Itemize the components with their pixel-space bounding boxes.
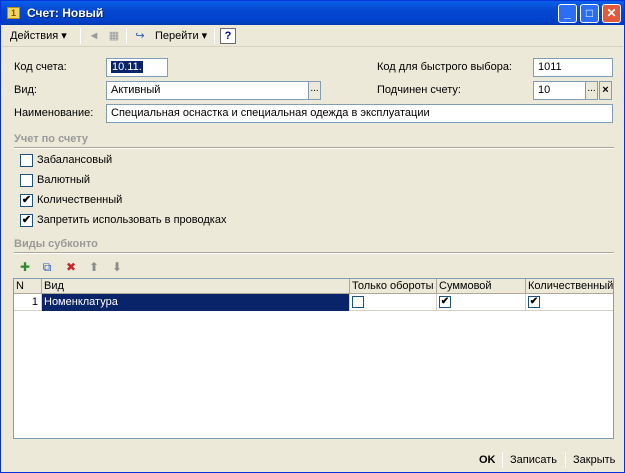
title-bar: 1 Счет: Новый _ □ ✕ [1, 1, 624, 25]
account-window: 1 Счет: Новый _ □ ✕ Действия ▾ ◄ ▦ ↪ Пер… [0, 0, 625, 473]
parent-label: Подчинен счету: [377, 84, 461, 96]
table-row[interactable]: 1 Номенклатура ✔ ✔ [14, 294, 613, 311]
checkbox-box[interactable] [20, 154, 33, 167]
minimize-button[interactable]: _ [558, 4, 577, 23]
sum-checkbox[interactable]: ✔ [439, 296, 451, 308]
goto-icon[interactable]: ↪ [132, 28, 148, 44]
name-label: Наименование: [14, 107, 94, 119]
row-sum-cell[interactable]: ✔ [437, 294, 526, 311]
quick-code-input[interactable]: 1011 [533, 58, 613, 77]
row-number: 1 [14, 294, 42, 311]
subconto-section-title: Виды субконто [14, 238, 98, 250]
checkbox-label: Забалансовый [37, 154, 113, 166]
table-header: N Вид Только обороты Суммовой Количестве… [14, 279, 613, 294]
kind-label: Вид: [14, 84, 37, 96]
window-title: Счет: Новый [27, 6, 104, 20]
column-header-kind[interactable]: Вид [42, 279, 350, 294]
ok-button[interactable]: OK [479, 453, 496, 467]
kind-input[interactable]: Активный [106, 81, 309, 100]
code-label: Код счета: [14, 61, 67, 73]
add-row-icon[interactable]: ✚ [17, 259, 33, 275]
close-window-button[interactable]: ✕ [602, 4, 621, 23]
checkbox-box[interactable] [20, 174, 33, 187]
checkbox-label: Количественный [37, 194, 123, 206]
button-separator [502, 452, 503, 468]
code-value: 10.11. [111, 61, 143, 73]
checkbox-label: Валютный [37, 174, 91, 186]
copy-row-icon[interactable]: ⧉ [39, 259, 55, 275]
delete-row-icon[interactable]: ✖ [63, 259, 79, 275]
qty-checkbox[interactable]: ✔ [528, 296, 540, 308]
move-up-icon[interactable]: ⬆ [86, 259, 102, 275]
parent-input[interactable]: 10 [533, 81, 586, 100]
accounting-section-title: Учет по счету [14, 133, 89, 145]
parent-select-button[interactable]: ... [585, 81, 598, 100]
close-button[interactable]: Закрыть [573, 453, 615, 467]
quick-code-label: Код для быстрого выбора: [377, 61, 512, 73]
kind-select-button[interactable]: ... [308, 81, 321, 100]
app-icon: 1 [7, 7, 20, 19]
button-separator [565, 452, 566, 468]
name-input[interactable]: Специальная оснастка и специальная одежд… [106, 104, 613, 123]
row-turnover-cell[interactable] [350, 294, 437, 311]
section-divider [14, 147, 614, 149]
checkbox-label: Запретить использовать в проводках [37, 214, 227, 226]
toolbar-separator [214, 28, 215, 44]
back-arrow-icon[interactable]: ◄ [86, 28, 102, 44]
structure-icon[interactable]: ▦ [106, 28, 122, 44]
actions-label: Действия [10, 30, 59, 42]
column-header-sum[interactable]: Суммовой [437, 279, 526, 294]
maximize-button[interactable]: □ [580, 4, 599, 23]
bottom-bar: OK Записать Закрыть [2, 447, 623, 473]
turnover-checkbox[interactable] [352, 296, 364, 308]
parent-clear-button[interactable]: × [599, 81, 612, 100]
column-header-turnover[interactable]: Только обороты [350, 279, 437, 294]
checkbox-box[interactable]: ✔ [20, 214, 33, 227]
column-header-qty[interactable]: Количественный [526, 279, 613, 294]
toolbar-separator [80, 28, 81, 44]
column-header-n[interactable]: N [14, 279, 42, 294]
toolbar-separator [126, 28, 127, 44]
save-button[interactable]: Записать [510, 453, 557, 467]
goto-label: Перейти [155, 30, 199, 42]
row-qty-cell[interactable]: ✔ [526, 294, 613, 311]
goto-menu[interactable]: Перейти ▾ [155, 27, 207, 45]
help-button[interactable]: ? [220, 28, 236, 44]
toolbar: Действия ▾ ◄ ▦ ↪ Перейти ▾ ? [2, 25, 623, 47]
move-down-icon[interactable]: ⬇ [109, 259, 125, 275]
subconto-table: N Вид Только обороты Суммовой Количестве… [13, 278, 614, 439]
checkbox-box[interactable]: ✔ [20, 194, 33, 207]
code-input[interactable]: 10.11. [106, 58, 168, 77]
section-divider [14, 252, 614, 254]
actions-menu[interactable]: Действия ▾ [10, 27, 67, 45]
row-kind-cell[interactable]: Номенклатура [42, 294, 350, 311]
